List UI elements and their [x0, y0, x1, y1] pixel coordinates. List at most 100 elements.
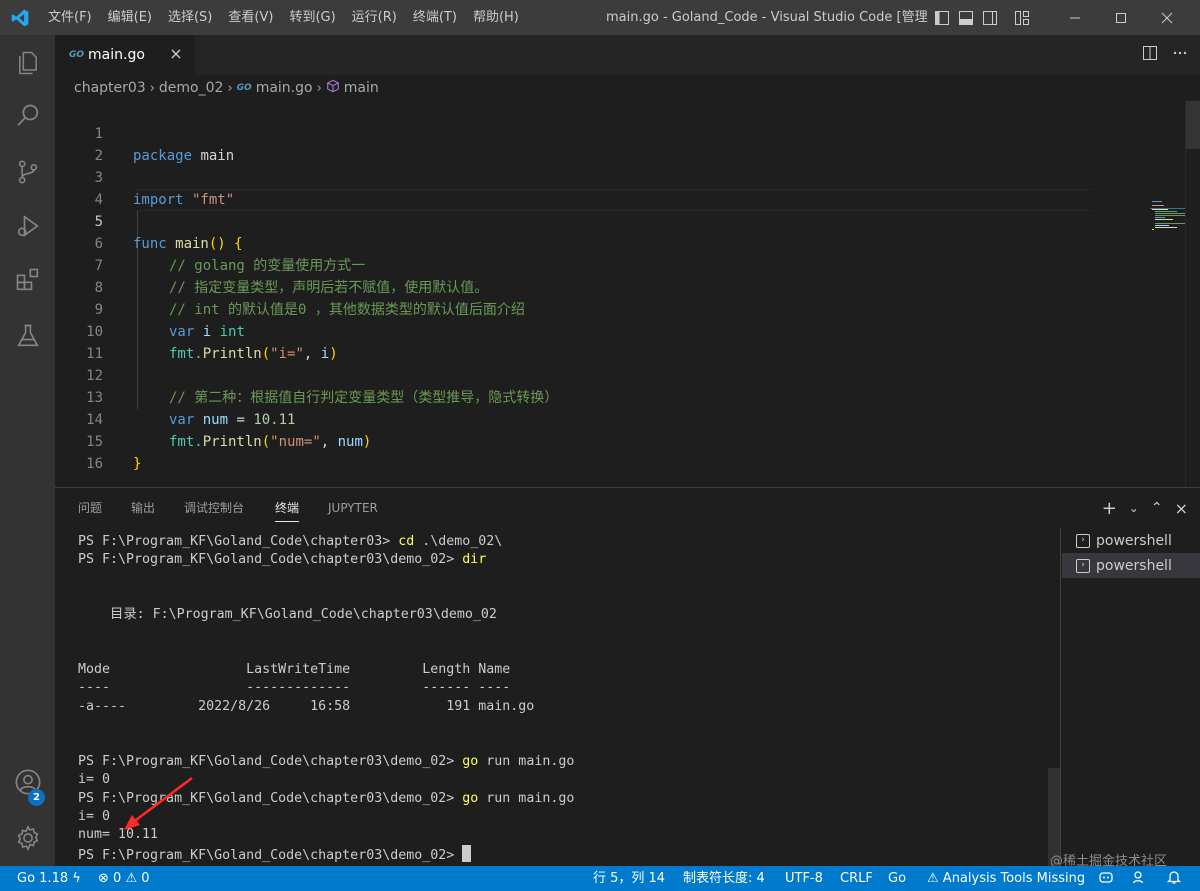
- code-line: 12 // 第二种：根据值自行判定变量类型（类型推导，隐式转换）: [55, 343, 1095, 406]
- editor-tab-bar: GO main.go ×: [55, 35, 1200, 75]
- notifications-bell-icon[interactable]: [1166, 866, 1182, 891]
- terminal-line: ---- ------------- ------ ----: [78, 680, 511, 695]
- terminal-line: 目录: F:\Program_KF\Goland_Code\chapter03\…: [78, 607, 497, 622]
- maximize-icon[interactable]: [1098, 0, 1144, 35]
- feedback-icon[interactable]: [1132, 866, 1148, 891]
- window-title: main.go - Goland_Code - Visual Studio Co…: [606, 10, 928, 25]
- menu-view[interactable]: 查看(V): [220, 0, 281, 35]
- split-editor-icon[interactable]: [1142, 45, 1158, 65]
- toggle-sidebar-icon[interactable]: [930, 0, 954, 35]
- code-line: 14 fmt.Println("num=", num): [55, 387, 1095, 450]
- accounts-badge: 2: [28, 789, 45, 806]
- terminal-list: › powershell › powershell: [1060, 528, 1200, 867]
- terminal-icon: ›: [1076, 533, 1090, 548]
- breadcrumb-folder-demo02[interactable]: demo_02: [159, 80, 224, 96]
- menu-edit[interactable]: 编辑(E): [100, 0, 160, 35]
- explorer-icon[interactable]: [0, 38, 55, 88]
- source-control-icon[interactable]: [0, 147, 55, 197]
- breadcrumb-folder-chapter03[interactable]: chapter03: [74, 80, 146, 96]
- tab-output[interactable]: 输出: [131, 488, 155, 528]
- menu-terminal[interactable]: 终端(T): [405, 0, 465, 35]
- chevron-right-icon: ›: [227, 80, 233, 96]
- code-line: 6 // golang 的变量使用方式一: [55, 211, 1095, 274]
- tab-terminal[interactable]: 终端: [275, 488, 300, 528]
- code-line: 5 func main() {: [55, 189, 1095, 252]
- menu-selection[interactable]: 选择(S): [160, 0, 220, 35]
- title-bar: 文件(F) 编辑(E) 选择(S) 查看(V) 转到(G) 运行(R) 终端(T…: [0, 0, 1200, 35]
- symbol-method-icon: [326, 79, 340, 97]
- menu-run[interactable]: 运行(R): [344, 0, 405, 35]
- accounts-icon[interactable]: 2: [0, 757, 55, 807]
- settings-gear-icon[interactable]: [0, 813, 55, 863]
- terminal-line: PS F:\Program_KF\Goland_Code\chapter03> …: [78, 534, 503, 549]
- status-bar: Go 1.18 ϟ ⊗ 0 ⚠ 0 行 5，列 14 制表符长度: 4 UTF-…: [0, 866, 1200, 891]
- activity-bar: 2: [0, 35, 55, 866]
- vscode-logo-icon: [0, 0, 40, 35]
- new-terminal-icon[interactable]: +: [1102, 498, 1117, 519]
- code-line: 15 }: [55, 409, 1095, 472]
- tab-label: main.go: [88, 47, 145, 63]
- menu-go[interactable]: 转到(G): [281, 0, 343, 35]
- terminal-line: PS F:\Program_KF\Goland_Code\chapter03\d…: [78, 754, 575, 769]
- menu-help[interactable]: 帮助(H): [465, 0, 527, 35]
- tab-size-status[interactable]: 制表符长度: 4: [683, 866, 765, 891]
- code-editor[interactable]: 1 package main 2 3 import "fmt" 4 5 func…: [55, 101, 1200, 487]
- minimize-icon[interactable]: [1052, 0, 1098, 35]
- code-line: 13 var num = 10.11: [55, 365, 1095, 428]
- testing-icon[interactable]: [0, 311, 55, 361]
- terminal-output[interactable]: PS F:\Program_KF\Goland_Code\chapter03> …: [55, 528, 1060, 891]
- code-line: 1 package main: [55, 101, 1095, 164]
- eol-status[interactable]: CRLF: [840, 866, 873, 891]
- terminal-icon: ›: [1076, 558, 1090, 573]
- go-version-status[interactable]: Go 1.18 ϟ: [17, 866, 81, 891]
- editor-scrollbar[interactable]: [1185, 101, 1200, 487]
- warning-icon: ⚠: [125, 871, 138, 886]
- close-window-icon[interactable]: [1144, 0, 1190, 35]
- tab-main-go[interactable]: GO main.go ×: [55, 35, 195, 75]
- terminal-line: -a---- 2022/8/26 16:58 191 main.go: [78, 699, 535, 714]
- terminal-line: PS F:\Program_KF\Goland_Code\chapter03\d…: [78, 552, 487, 567]
- toggle-secondary-sidebar-icon[interactable]: [978, 0, 1002, 35]
- more-actions-icon[interactable]: [1172, 45, 1188, 65]
- code-line: 2: [55, 123, 1095, 164]
- chevron-down-icon[interactable]: ⌄: [1129, 501, 1139, 515]
- terminal-name: powershell: [1096, 557, 1172, 574]
- maximize-panel-icon[interactable]: ⌃: [1151, 500, 1163, 516]
- code-line: 4: [55, 167, 1095, 208]
- terminal-instance-2[interactable]: › powershell: [1062, 553, 1200, 578]
- encoding-status[interactable]: UTF-8: [785, 866, 823, 891]
- close-panel-icon[interactable]: ×: [1175, 499, 1188, 518]
- menu-file[interactable]: 文件(F): [40, 0, 100, 35]
- code-line: 9 var i int: [55, 277, 1095, 340]
- breadcrumb-file[interactable]: main.go: [256, 80, 313, 96]
- code-line: 11: [55, 321, 1095, 362]
- terminal-line: i= 0: [78, 772, 111, 787]
- terminal-cursor: [462, 845, 472, 862]
- tab-problems[interactable]: 问题: [78, 488, 102, 528]
- code-line: 7 // 指定变量类型，声明后若不赋值，使用默认值。: [55, 233, 1095, 296]
- tab-close-button[interactable]: ×: [167, 45, 185, 63]
- chevron-right-icon: ›: [149, 80, 155, 96]
- cursor-position-status[interactable]: 行 5，列 14: [593, 866, 665, 891]
- extensions-icon[interactable]: [0, 255, 55, 305]
- search-icon[interactable]: [0, 91, 55, 141]
- breadcrumb-symbol[interactable]: main: [344, 80, 379, 96]
- problems-status[interactable]: ⊗ 0 ⚠ 0: [98, 866, 150, 891]
- analysis-tools-status[interactable]: ⚠ Analysis Tools Missing: [927, 866, 1085, 891]
- breadcrumb: chapter03 › demo_02 › GO main.go › main: [55, 75, 1200, 101]
- tab-jupyter[interactable]: JUPYTER: [328, 488, 378, 528]
- language-mode-status[interactable]: Go: [888, 866, 906, 891]
- run-debug-icon[interactable]: [0, 201, 55, 251]
- code-line: 16: [55, 431, 1095, 472]
- warning-icon: ⚠: [927, 871, 939, 886]
- terminal-instance-1[interactable]: › powershell: [1062, 528, 1200, 553]
- go-file-icon: GO: [236, 83, 252, 93]
- code-line: 10 fmt.Println("i=", i): [55, 299, 1095, 362]
- code-line: 8 // int 的默认值是0 ，其他数据类型的默认值后面介绍: [55, 255, 1095, 318]
- line-number: 16: [86, 456, 103, 472]
- tab-debug-console[interactable]: 调试控制台: [184, 488, 244, 528]
- copilot-icon[interactable]: [1098, 866, 1114, 891]
- toggle-panel-icon[interactable]: [954, 0, 978, 35]
- terminal-line: Mode LastWriteTime Length Name: [78, 662, 511, 677]
- customize-layout-icon[interactable]: [1010, 0, 1034, 35]
